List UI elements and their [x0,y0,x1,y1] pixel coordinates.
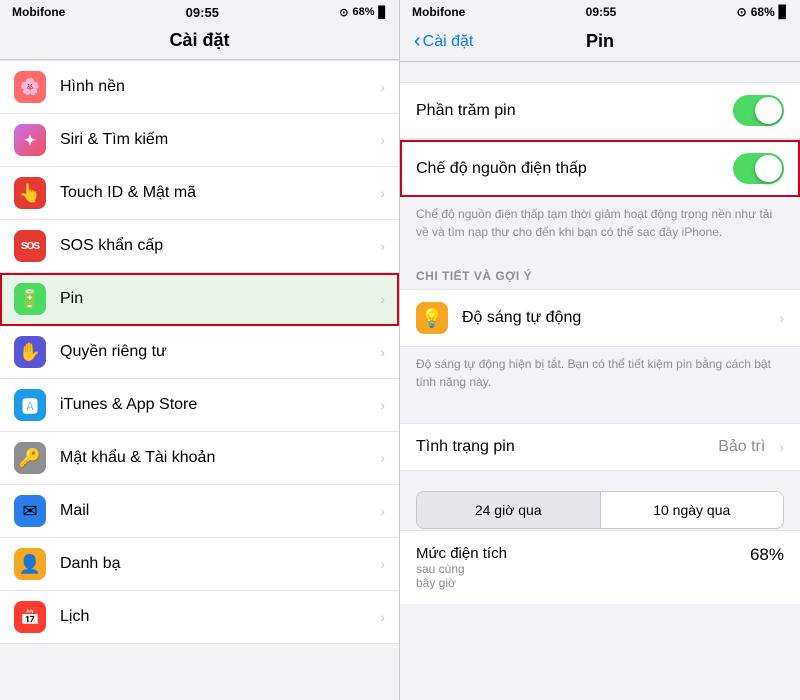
settings-item-hinh-nen[interactable]: 🌸 Hình nền › [0,60,399,114]
battery-title: Mức điện tích [416,545,507,562]
tinhtrang-value: Bảo trì [718,438,765,456]
right-content: Phần trăm pin Chế độ nguồn điện thấp Chế… [400,62,800,700]
chevron-icon: › [380,450,385,466]
mail-label: Mail [60,502,372,520]
sos-label: SOS khẩn cấp [60,237,372,255]
touch-id-label: Touch ID & Mật mã [60,184,372,202]
chevron-icon: › [380,556,385,572]
mat-khau-label: Mật khẩu & Tài khoản [60,449,372,467]
touch-id-icon: 👆 [14,177,46,209]
right-nav-bar: ‹ Cài đặt Pin [400,24,800,62]
right-battery-text: 68% [751,5,775,19]
right-carrier: Mobifone [412,5,465,19]
back-button[interactable]: ‹ Cài đặt [414,30,473,53]
settings-item-danh-ba[interactable]: 👤 Danh bạ › [0,538,399,591]
battery-subtitle: sau cùng [416,562,507,576]
quyen-label: Quyền riêng tư [60,343,372,361]
chevron-icon: › [380,185,385,201]
itunes-icon: 🅰 [14,389,46,421]
mail-icon: ✉ [14,495,46,527]
settings-item-lich[interactable]: 📅 Lịch › [0,591,399,644]
siri-icon: ✦ [14,124,46,156]
right-status-icons: ⊙ 68% ▊ [737,5,788,19]
phantram-label: Phần trăm pin [416,102,733,120]
left-title: Cài đặt [0,30,399,51]
right-location-icon: ⊙ [737,5,747,19]
section-header-chitiết: CHI TIẾT VÀ GỢI Ý [400,253,800,289]
hinh-nen-label: Hình nền [60,78,372,96]
quyen-icon: ✋ [14,336,46,368]
chevron-icon: › [380,503,385,519]
right-status-bar: Mobifone 09:55 ⊙ 68% ▊ [400,0,800,24]
tab-24h[interactable]: 24 giờ qua [417,492,601,528]
tinhtrang-chevron-icon: › [779,439,784,455]
location-icon: ⊙ [339,6,348,19]
chevron-icon: › [380,79,385,95]
right-title: Pin [586,31,614,52]
itunes-label: iTunes & App Store [60,396,372,414]
left-time: 09:55 [186,5,219,20]
sos-icon: SOS [14,230,46,262]
left-nav-bar: Cài đặt [0,24,399,60]
dosang-icon: 💡 [416,302,448,334]
tab-10d[interactable]: 10 ngày qua [601,492,784,528]
settings-item-mat-khau[interactable]: 🔑 Mật khẩu & Tài khoản › [0,432,399,485]
hinh-nen-icon: 🌸 [14,71,46,103]
settings-item-mail[interactable]: ✉ Mail › [0,485,399,538]
chedo-section: Chế độ nguồn điện thấp Chế độ nguồn điện… [400,140,800,253]
siri-label: Siri & Tìm kiếm [60,131,372,149]
dosang-label: Độ sáng tự động [462,309,771,327]
pin-label: Pin [60,290,372,308]
chevron-icon: › [380,609,385,625]
dosang-description: Độ sáng tự động hiện bị tắt. Bạn có thể … [400,347,800,403]
back-label: Cài đặt [423,33,474,51]
chevron-icon: › [380,344,385,360]
chedo-row[interactable]: Chế độ nguồn điện thấp [400,140,800,197]
battery-percentage: 68% [750,545,784,565]
chevron-icon: › [380,238,385,254]
tinhtrang-row[interactable]: Tình trạng pin Bảo trì › [400,423,800,471]
dosang-chevron-icon: › [779,310,784,326]
settings-item-touch-id[interactable]: 👆 Touch ID & Mật mã › [0,167,399,220]
settings-item-itunes[interactable]: 🅰 iTunes & App Store › [0,379,399,432]
chevron-icon: › [380,291,385,307]
dosang-row[interactable]: 💡 Độ sáng tự động › [400,289,800,347]
phantram-section: Phần trăm pin [400,82,800,139]
lich-icon: 📅 [14,601,46,633]
chevron-icon: › [380,397,385,413]
battery-detail-row: Mức điện tích sau cùng bây giờ 68% [400,530,800,604]
chedo-label: Chế độ nguồn điện thấp [416,160,733,178]
settings-item-siri[interactable]: ✦ Siri & Tìm kiếm › [0,114,399,167]
settings-list: 🌸 Hình nền › ✦ Siri & Tìm kiếm › 👆 Touch… [0,60,399,700]
danh-ba-icon: 👤 [14,548,46,580]
mat-khau-icon: 🔑 [14,442,46,474]
chedo-toggle[interactable] [733,153,784,184]
settings-item-sos[interactable]: SOS SOS khẩn cấp › [0,220,399,273]
right-panel: Mobifone 09:55 ⊙ 68% ▊ ‹ Cài đặt Pin Phầ… [400,0,800,700]
back-chevron-icon: ‹ [414,30,421,53]
settings-item-pin[interactable]: 🔋 Pin › [0,273,399,326]
left-status-bar: Mobifone 09:55 ⊙ 68% ▊ [0,0,399,24]
right-battery-icon: ▊ [779,5,788,19]
phantram-toggle[interactable] [733,95,784,126]
right-time: 09:55 [586,5,617,19]
chedo-description: Chế độ nguồn điện thấp tạm thời giảm hoạ… [400,197,800,253]
left-status-icons: ⊙ 68% ▊ [339,6,387,19]
settings-section-main: 🌸 Hình nền › ✦ Siri & Tìm kiếm › 👆 Touch… [0,60,399,644]
lich-label: Lịch [60,608,372,626]
battery-subtitle2: bây giờ [416,576,507,590]
phantram-row[interactable]: Phần trăm pin [400,82,800,139]
left-carrier: Mobifone [12,5,65,19]
danh-ba-label: Danh bạ [60,555,372,573]
tinhtrang-label: Tình trạng pin [416,438,718,456]
time-tabs: 24 giờ qua 10 ngày qua [416,491,784,529]
battery-icon: ▊ [379,6,387,19]
battery-title-group: Mức điện tích sau cùng bây giờ [416,545,507,590]
pin-icon: 🔋 [14,283,46,315]
settings-item-quyen-rieng-tu[interactable]: ✋ Quyền riêng tư › [0,326,399,379]
battery-text: 68% [352,6,374,18]
left-panel: Mobifone 09:55 ⊙ 68% ▊ Cài đặt 🌸 Hình nề… [0,0,400,700]
chevron-icon: › [380,132,385,148]
